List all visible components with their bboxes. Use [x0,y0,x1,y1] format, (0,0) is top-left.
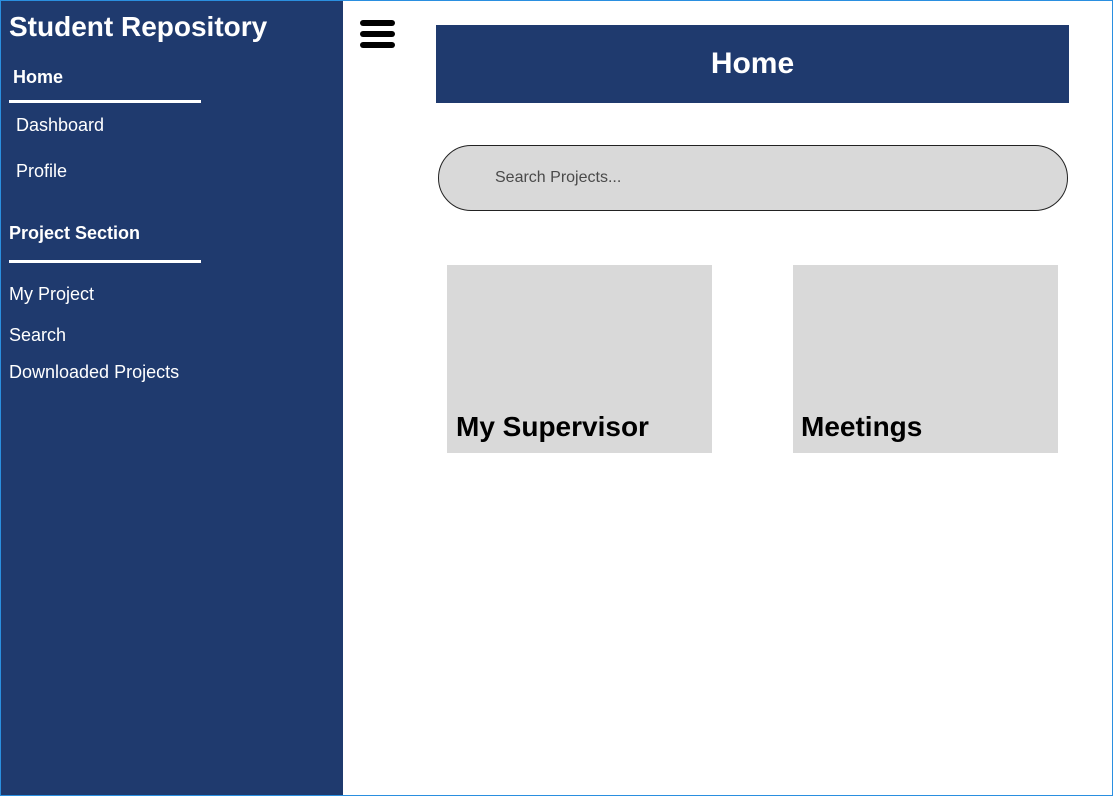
sidebar-item-dashboard[interactable]: Dashboard [16,115,104,136]
sidebar-section-project: Project Section [9,223,141,243]
sidebar-item-search[interactable]: Search [9,325,66,346]
card-title-my-supervisor: My Supervisor [456,411,649,442]
card-my-supervisor[interactable]: My Supervisor [447,265,712,453]
card-title-meetings: Meetings [801,411,923,442]
sidebar: Student Repository Home Dashboard Profil… [1,1,343,795]
card-meetings[interactable]: Meetings [793,265,1058,453]
sidebar-section-home[interactable]: Home [13,67,63,88]
project-section-divider [9,260,201,263]
page-header: Home [436,25,1069,103]
sidebar-item-profile[interactable]: Profile [16,161,67,182]
app-window: Student Repository Home Dashboard Profil… [0,0,1113,796]
home-section-divider [9,100,201,103]
sidebar-item-my-project[interactable]: My Project [9,284,94,305]
sidebar-item-downloaded-projects[interactable]: Downloaded Projects [9,362,179,383]
hamburger-bar-middle [360,31,395,37]
app-title: Student Repository [9,11,268,42]
page-title: Home [710,47,795,80]
hamburger-bar-top [360,20,395,26]
hamburger-bar-bottom [360,42,395,48]
search-input[interactable] [493,168,1067,188]
hamburger-menu-icon[interactable] [360,20,395,48]
search-bar[interactable] [438,145,1068,211]
